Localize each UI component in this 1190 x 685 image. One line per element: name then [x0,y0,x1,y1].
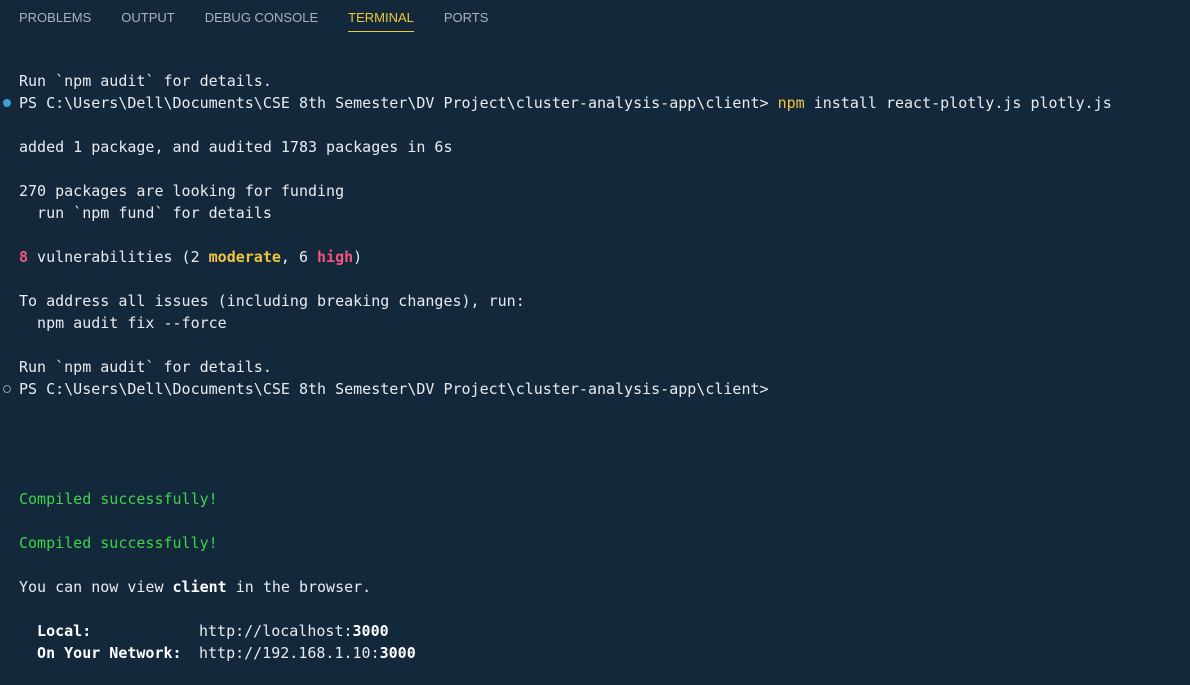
network-port: 3000 [379,644,416,662]
command-name: npm [777,94,805,112]
panel-tab-bar: PROBLEMS OUTPUT DEBUG CONSOLE TERMINAL P… [0,0,1190,36]
vulnerability-text: ) [353,248,363,266]
local-port: 3000 [352,622,389,640]
network-url: http://192.168.1.10: [199,644,380,662]
network-url-line: On Your Network: http://192.168.1.10:3000 [19,642,416,664]
local-url-line: Local: http://localhost:3000 [19,620,389,642]
command-pending-dot-icon[interactable] [3,385,11,393]
view-text: You can now view [19,578,173,596]
terminal-line: To address all issues (including breakin… [19,292,525,310]
compiled-message: Compiled successfully! [19,534,218,552]
terminal-line: npm audit fix --force [19,314,227,332]
terminal-line: Run `npm audit` for details. [19,358,272,376]
local-label: Local: [19,622,92,640]
tab-output[interactable]: OUTPUT [121,0,174,31]
app-name: client [172,578,227,596]
vulnerability-text: , 6 [280,248,318,266]
high-label: high [317,248,354,266]
local-url: http://localhost: [199,622,353,640]
compiled-message: Compiled successfully! [19,490,218,508]
tab-terminal[interactable]: TERMINAL [348,0,414,32]
terminal-line: 270 packages are looking for funding [19,182,345,200]
terminal-prompt-line: PS C:\Users\Dell\Documents\CSE 8th Semes… [19,380,769,398]
vulnerability-text: vulnerabilities (2 [28,248,209,266]
command-args: install react-plotly.js plotly.js [804,94,1112,112]
command-success-dot-icon[interactable] [3,99,11,107]
vulnerability-count: 8 [19,248,29,266]
terminal-line: run `npm fund` for details [19,204,272,222]
tab-problems[interactable]: PROBLEMS [19,0,91,31]
terminal-line: Run `npm audit` for details. [19,72,272,90]
view-app-line: You can now view client in the browser. [19,576,371,598]
terminal-prompt-line: PS C:\Users\Dell\Documents\CSE 8th Semes… [19,92,1112,114]
tab-debug-console[interactable]: DEBUG CONSOLE [205,0,318,31]
prompt-path: PS C:\Users\Dell\Documents\CSE 8th Semes… [19,94,778,112]
network-label: On Your Network: [19,644,182,662]
moderate-label: moderate [208,248,281,266]
terminal-line: added 1 package, and audited 1783 packag… [19,138,453,156]
tab-ports[interactable]: PORTS [444,0,489,31]
terminal-output[interactable]: Run `npm audit` for details. PS C:\Users… [0,70,1190,662]
vulnerability-line: 8 vulnerabilities (2 moderate, 6 high) [19,246,362,268]
view-text: in the browser. [226,578,372,596]
